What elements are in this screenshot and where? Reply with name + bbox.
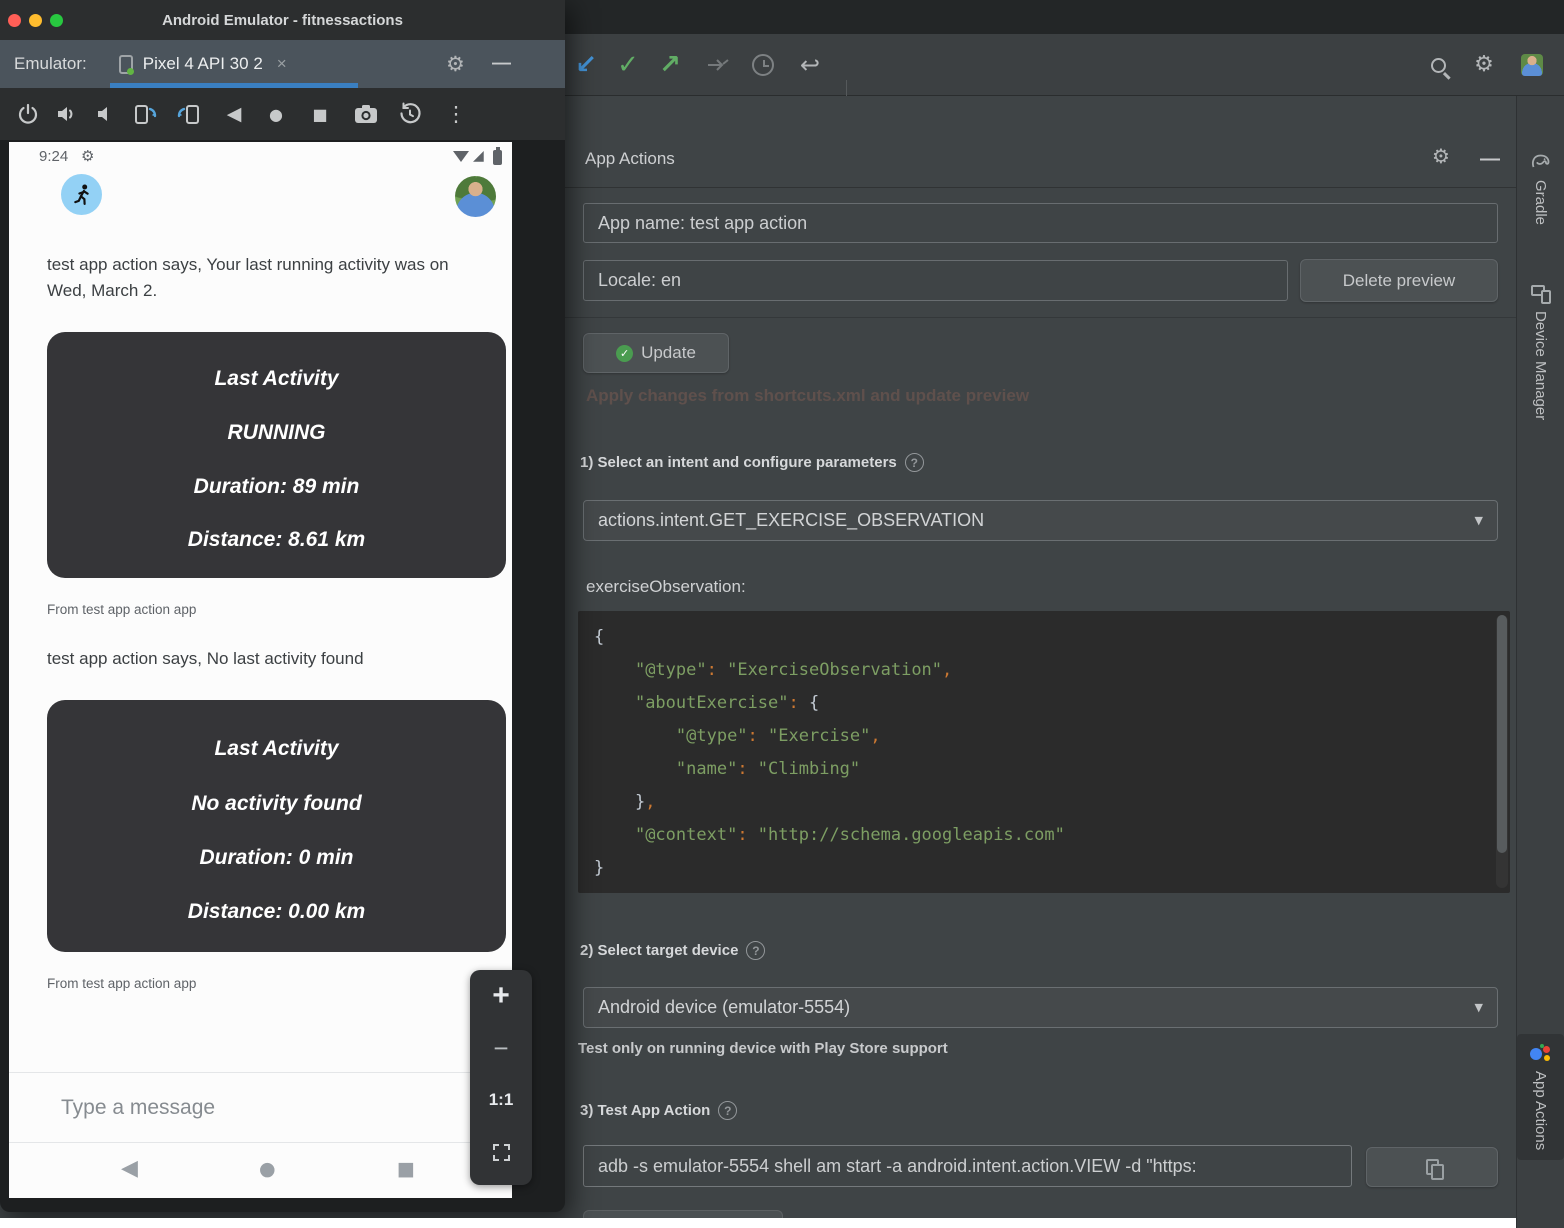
update-button[interactable]: Update — [583, 333, 729, 373]
overview-icon[interactable]: ■ — [302, 88, 338, 140]
tool-tab-gradle[interactable]: Gradle — [1517, 152, 1564, 225]
code-scrollbar-thumb[interactable] — [1497, 615, 1507, 853]
device-tab-icon — [119, 55, 133, 74]
undo-icon[interactable]: ↩ — [792, 34, 828, 96]
tool-tab-device-manager[interactable]: Device Manager — [1517, 284, 1564, 420]
zoom-out-button[interactable]: − — [470, 1022, 532, 1074]
profile-avatar[interactable] — [1514, 34, 1550, 96]
from-label: From test app action app — [47, 602, 196, 617]
help-icon[interactable] — [718, 1101, 737, 1120]
history-clock-icon[interactable] — [745, 34, 781, 96]
battery-icon — [493, 150, 502, 165]
zoom-in-button[interactable]: + — [470, 970, 532, 1022]
status-gear-icon: ⚙ — [81, 147, 94, 165]
panel-gear-icon[interactable]: ⚙ — [1432, 146, 1450, 168]
json-code-editor[interactable]: { "@type": "ExerciseObservation", "about… — [578, 611, 1510, 893]
emulator-label: Emulator: — [14, 54, 87, 74]
gradle-elephant-icon — [1531, 152, 1551, 173]
update-project-icon[interactable]: ↙ — [568, 34, 604, 96]
merge-icon[interactable] — [700, 34, 736, 96]
power-icon[interactable] — [10, 88, 46, 140]
search-icon[interactable] — [1420, 34, 1456, 96]
emulator-settings-gear-icon[interactable]: ⚙ — [446, 54, 465, 75]
tool-window-bar: Gradle Device Manager App Actions — [1516, 96, 1564, 1228]
back-icon[interactable]: ◀ — [216, 88, 252, 140]
volume-down-icon[interactable] — [86, 88, 122, 140]
tool-tab-app-actions[interactable]: App Actions — [1517, 1034, 1564, 1160]
intent-dropdown[interactable]: actions.intent.GET_EXERCISE_OBSERVATION … — [583, 500, 1498, 541]
divider — [9, 1072, 512, 1073]
device-tab-title[interactable]: Pixel 4 API 30 2 — [143, 54, 263, 74]
home-icon[interactable]: ● — [258, 88, 294, 140]
help-icon[interactable] — [905, 453, 924, 472]
wifi-icon — [453, 151, 469, 162]
param-label: exerciseObservation: — [586, 577, 746, 597]
activity-card: Last Activity RUNNING Duration: 89 min D… — [47, 332, 506, 578]
more-vert-icon[interactable]: ⋮ — [438, 88, 474, 140]
delete-preview-button[interactable]: Delete preview — [1300, 259, 1498, 302]
emulator-zoom-controls: + − 1:1 — [470, 970, 532, 1185]
desktop-strip — [0, 1218, 1516, 1228]
panel-divider — [565, 317, 1516, 318]
screenshot-root: ↙ ✓ ↗ ↩ ⚙ App Actions ⚙ — App name: test… — [0, 0, 1564, 1228]
window-title: Android Emulator - fitnessactions — [0, 12, 565, 29]
activity-card: Last Activity No activity found Duration… — [47, 700, 506, 952]
copy-command-button[interactable] — [1366, 1147, 1498, 1187]
signal-icon: ◢ — [473, 148, 484, 164]
help-icon[interactable] — [746, 941, 765, 960]
zoom-reset-button[interactable]: 1:1 — [470, 1074, 532, 1126]
from-label: From test app action app — [47, 976, 196, 991]
chevron-down-icon: ▼ — [1475, 514, 1483, 527]
emulator-tabbar: Emulator: Pixel 4 API 30 2 × ⚙ — — [0, 40, 565, 88]
user-avatar — [455, 176, 496, 217]
app-name-field[interactable]: App name: test app action — [583, 203, 1498, 243]
nav-back-button[interactable]: ◀ — [121, 1156, 138, 1181]
tab-close-icon[interactable]: × — [277, 54, 287, 74]
emulator-titlebar: Android Emulator - fitnessactions — [0, 0, 565, 40]
bot-message: test app action says, Your last running … — [47, 252, 487, 304]
nav-home-button[interactable]: ● — [259, 1158, 276, 1180]
panel-header: App Actions — [565, 130, 1516, 188]
camera-icon[interactable] — [348, 88, 384, 140]
update-check-icon — [616, 345, 633, 362]
phone-screen: 9:24 ⚙ ◢ test app action says, Your last… — [9, 142, 512, 1198]
emulator-minimize-icon[interactable]: — — [492, 53, 511, 75]
code-scrollbar — [1496, 615, 1508, 888]
update-hint-text: Apply changes from shortcuts.xml and upd… — [586, 386, 1029, 406]
volume-up-icon[interactable] — [48, 88, 84, 140]
push-icon[interactable]: ↗ — [652, 34, 688, 96]
panel-minimize-icon[interactable]: — — [1480, 148, 1500, 171]
divider — [9, 1142, 512, 1143]
settings-gear-icon[interactable]: ⚙ — [1466, 34, 1502, 96]
status-time: 9:24 — [39, 148, 68, 165]
fullscreen-icon — [493, 1144, 510, 1161]
chevron-down-icon: ▼ — [1475, 1001, 1483, 1014]
device-dropdown[interactable]: Android device (emulator-5554) ▼ — [583, 987, 1498, 1028]
section2-label: 2) Select target device — [580, 941, 765, 960]
copy-icon — [1426, 1159, 1439, 1175]
device-manager-icon — [1531, 284, 1551, 304]
bot-message: test app action says, No last activity f… — [47, 646, 507, 672]
fullscreen-button[interactable] — [470, 1126, 532, 1178]
rotate-right-icon[interactable] — [170, 88, 206, 140]
snapshot-icon[interactable] — [392, 88, 428, 140]
section1-label: 1) Select an intent and configure parame… — [580, 453, 924, 472]
message-input[interactable]: Type a message — [61, 1096, 215, 1120]
panel-title: App Actions — [585, 149, 675, 169]
locale-field[interactable]: Locale: en — [583, 260, 1288, 301]
emulator-window: Android Emulator - fitnessactions Emulat… — [0, 0, 565, 1212]
section3-label: 3) Test App Action — [580, 1101, 737, 1120]
assistant-bot-avatar — [61, 174, 102, 215]
adb-command-field[interactable]: adb -s emulator-5554 shell am start -a a… — [583, 1145, 1352, 1187]
rotate-left-icon[interactable] — [128, 88, 164, 140]
commit-icon[interactable]: ✓ — [610, 34, 646, 96]
google-assistant-icon — [1530, 1044, 1552, 1064]
device-hint-text: Test only on running device with Play St… — [578, 1040, 948, 1057]
phone-status-bar: 9:24 ⚙ ◢ — [9, 142, 512, 172]
nav-overview-button[interactable]: ■ — [397, 1158, 415, 1180]
runner-icon — [69, 182, 95, 208]
json-code-lines: { "@type": "ExerciseObservation", "about… — [594, 621, 1510, 885]
